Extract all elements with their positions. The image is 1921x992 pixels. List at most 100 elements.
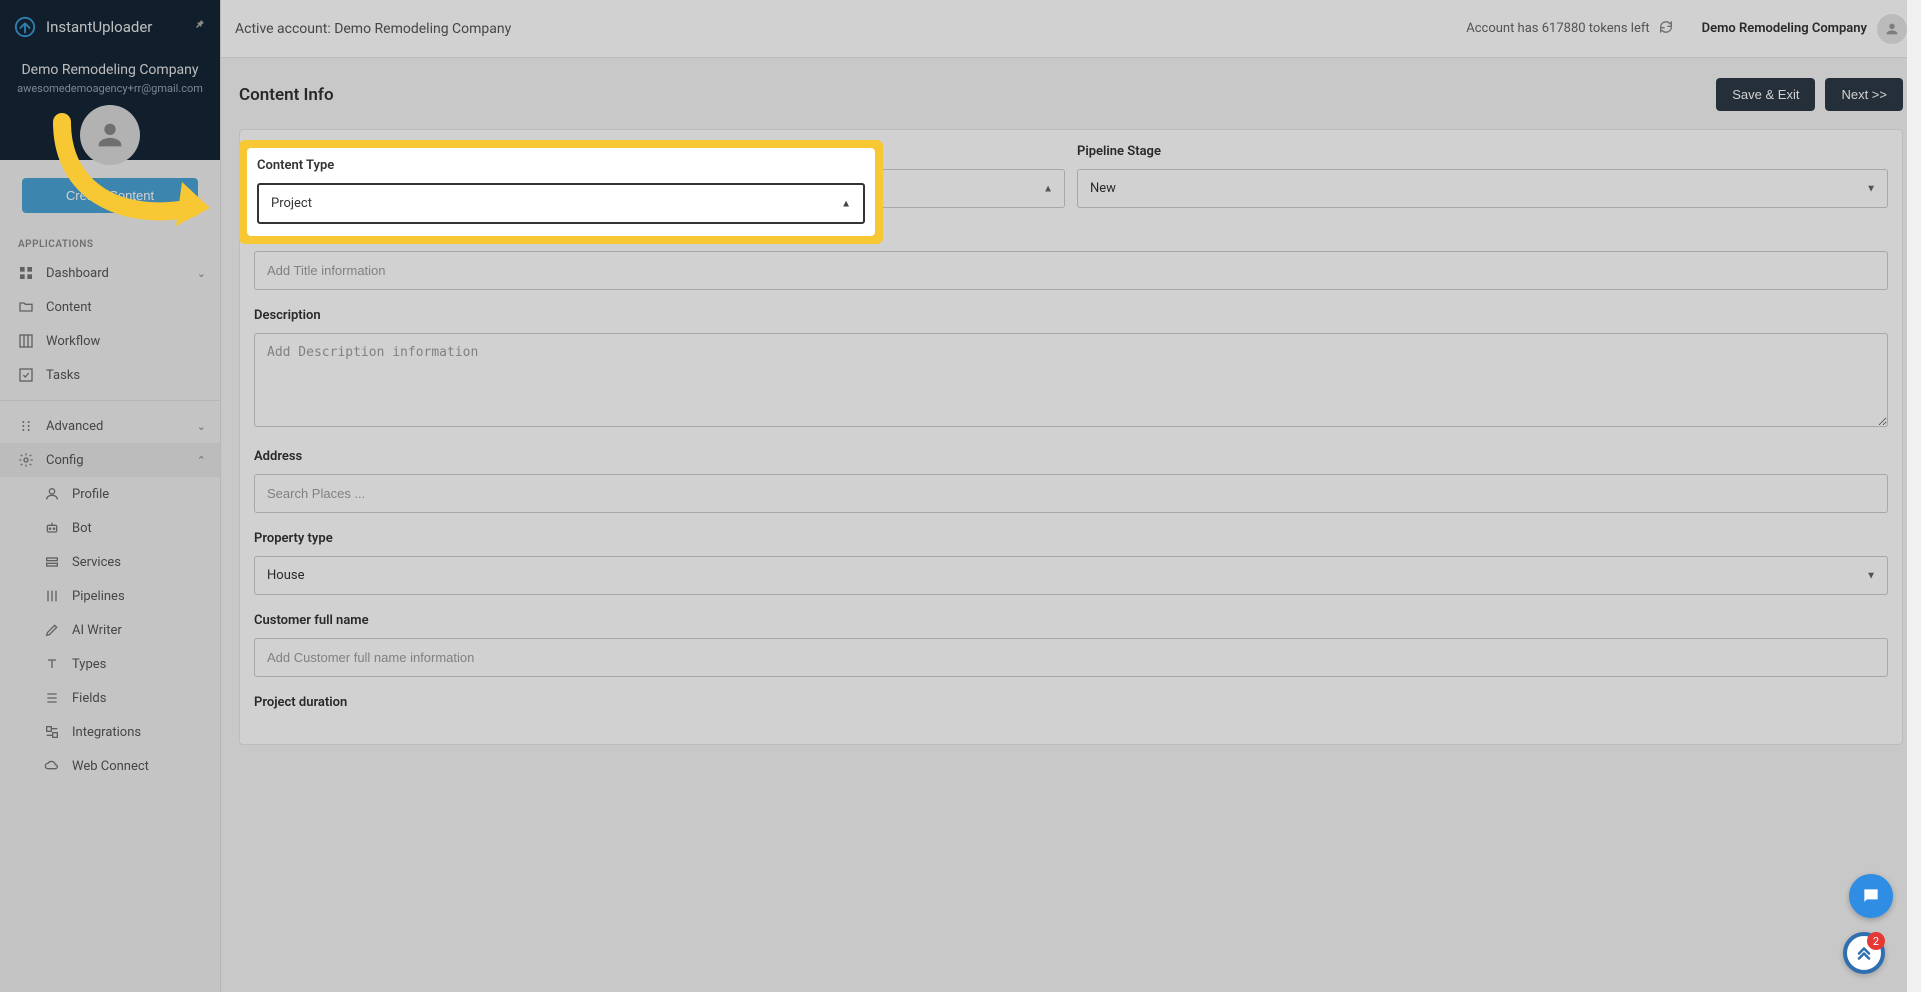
brand[interactable]: InstantUploader — [0, 0, 220, 54]
address-input[interactable] — [254, 474, 1888, 513]
property-type-group: Property type House ▼ — [254, 531, 1888, 595]
customer-name-label: Customer full name — [254, 613, 1888, 628]
gear-icon — [18, 452, 34, 468]
brand-name: InstantUploader — [46, 18, 152, 36]
sidebar-item-label: Dashboard — [46, 266, 109, 281]
sidebar: InstantUploader Demo Remodeling Company … — [0, 0, 221, 992]
content-type-highlight-value: Project — [271, 196, 312, 211]
topbar-avatar-icon[interactable] — [1877, 14, 1907, 44]
topbar: Active account: Demo Remodeling Company … — [221, 0, 1921, 58]
sidebar-item-services[interactable]: Services — [0, 545, 220, 579]
sidebar-header: InstantUploader Demo Remodeling Company … — [0, 0, 220, 160]
active-account-prefix: Active account: — [235, 21, 334, 37]
sidebar-item-web-connect[interactable]: Web Connect — [0, 749, 220, 783]
active-account: Active account: Demo Remodeling Company — [235, 21, 511, 37]
chat-widget-button[interactable] — [1849, 874, 1893, 918]
sidebar-item-label: Advanced — [46, 419, 103, 434]
sidebar-company-name: Demo Remodeling Company — [14, 62, 206, 78]
sidebar-avatar-row — [0, 105, 220, 165]
caret-up-icon: ▲ — [841, 198, 851, 209]
save-exit-button[interactable]: Save & Exit — [1716, 78, 1815, 111]
sidebar-item-fields[interactable]: Fields — [0, 681, 220, 715]
sidebar-item-label: Tasks — [46, 368, 80, 383]
avatar-icon[interactable] — [80, 105, 140, 165]
type-icon — [44, 656, 60, 672]
property-type-select[interactable]: House ▼ — [254, 556, 1888, 595]
customer-name-input[interactable] — [254, 638, 1888, 677]
description-label: Description — [254, 308, 1888, 323]
token-text: Account has 617880 tokens left — [1466, 21, 1649, 36]
project-duration-label: Project duration — [254, 695, 1888, 710]
sidebar-item-integrations[interactable]: Integrations — [0, 715, 220, 749]
sidebar-item-label: Pipelines — [72, 589, 125, 604]
help-badge-count: 2 — [1867, 932, 1885, 950]
chevron-up-icon: ⌃ — [197, 454, 206, 467]
content-type-highlight-label: Content Type — [257, 158, 865, 173]
property-type-value: House — [254, 556, 1888, 595]
drag-icon — [18, 418, 34, 434]
pencil-icon — [44, 622, 60, 638]
nav-divider — [0, 400, 220, 401]
token-info: Account has 617880 tokens left — [1466, 19, 1673, 39]
description-group: Description — [254, 308, 1888, 431]
sidebar-item-profile[interactable]: Profile — [0, 477, 220, 511]
fields-icon — [44, 690, 60, 706]
nav-heading-applications: APPLICATIONS — [0, 225, 220, 256]
sidebar-item-bot[interactable]: Bot — [0, 511, 220, 545]
sidebar-company-block: Demo Remodeling Company awesomedemoagenc… — [0, 54, 220, 95]
chevron-down-icon: ⌄ — [197, 267, 206, 280]
sidebar-item-config[interactable]: Config ⌃ — [0, 443, 220, 477]
user-icon — [44, 486, 60, 502]
address-label: Address — [254, 449, 1888, 464]
title-input[interactable] — [254, 251, 1888, 290]
sidebar-item-types[interactable]: Types — [0, 647, 220, 681]
property-type-label: Property type — [254, 531, 1888, 546]
sidebar-item-label: Workflow — [46, 334, 100, 349]
sidebar-item-label: Types — [72, 657, 106, 672]
pipeline-stage-value: New — [1077, 169, 1888, 208]
sidebar-item-label: Integrations — [72, 725, 141, 740]
grid-icon — [18, 265, 34, 281]
sidebar-item-workflow[interactable]: Workflow — [0, 324, 220, 358]
sidebar-item-advanced[interactable]: Advanced ⌄ — [0, 409, 220, 443]
next-button[interactable]: Next >> — [1825, 78, 1903, 111]
bot-icon — [44, 520, 60, 536]
chevron-down-icon: ⌄ — [197, 420, 206, 433]
sidebar-item-label: Bot — [72, 521, 92, 536]
sidebar-item-label: AI Writer — [72, 623, 122, 638]
services-icon — [44, 554, 60, 570]
refresh-icon[interactable] — [1658, 19, 1674, 39]
config-submenu: Profile Bot Services Pipelines AI Writer… — [0, 477, 220, 783]
pipeline-icon — [44, 588, 60, 604]
sidebar-item-label: Web Connect — [72, 759, 149, 774]
brand-logo-icon — [14, 16, 36, 38]
check-icon — [18, 367, 34, 383]
sidebar-item-content[interactable]: Content — [0, 290, 220, 324]
sidebar-item-ai-writer[interactable]: AI Writer — [0, 613, 220, 647]
integrations-icon — [44, 724, 60, 740]
topbar-company[interactable]: Demo Remodeling Company — [1702, 21, 1867, 36]
pipeline-stage-group: Pipeline Stage New ▼ — [1077, 144, 1888, 208]
create-content-button[interactable]: Create Content — [22, 178, 198, 213]
sidebar-company-email: awesomedemoagency+rr@gmail.com — [14, 82, 206, 95]
page-header: Content Info Save & Exit Next >> — [239, 78, 1903, 111]
vertical-scrollbar[interactable] — [1907, 0, 1921, 992]
folder-icon — [18, 299, 34, 315]
sidebar-item-dashboard[interactable]: Dashboard ⌄ — [0, 256, 220, 290]
address-group: Address — [254, 449, 1888, 513]
sidebar-item-label: Profile — [72, 487, 109, 502]
sidebar-item-tasks[interactable]: Tasks — [0, 358, 220, 392]
customer-name-group: Customer full name — [254, 613, 1888, 677]
sidebar-item-pipelines[interactable]: Pipelines — [0, 579, 220, 613]
content-type-highlight-select[interactable]: Project ▲ — [257, 183, 865, 224]
pin-icon[interactable] — [194, 18, 206, 34]
pipeline-stage-select[interactable]: New ▼ — [1077, 169, 1888, 208]
active-account-value: Demo Remodeling Company — [334, 21, 511, 37]
sidebar-item-label: Content — [46, 300, 92, 315]
sidebar-item-label: Fields — [72, 691, 106, 706]
pipeline-stage-label: Pipeline Stage — [1077, 144, 1888, 159]
page-title: Content Info — [239, 85, 334, 105]
description-textarea[interactable] — [254, 333, 1888, 427]
project-duration-group: Project duration — [254, 695, 1888, 720]
help-widget-button[interactable]: 2 — [1843, 932, 1885, 974]
